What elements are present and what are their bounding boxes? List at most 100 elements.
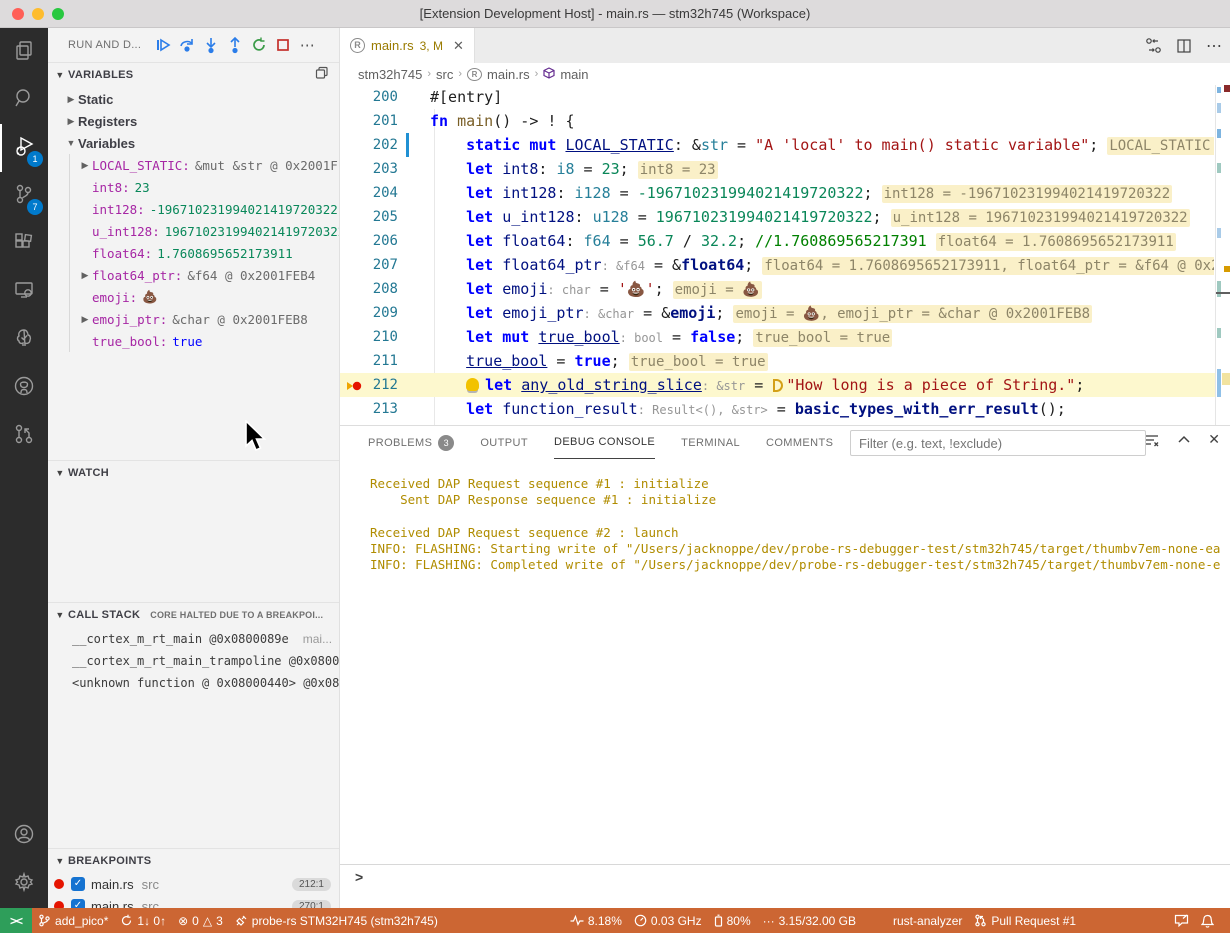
close-panel-icon[interactable]: ✕ <box>1208 431 1220 448</box>
variable-row-emoji_ptr[interactable]: ▶emoji_ptr:&char @ 0x2001FEB8 <box>70 308 339 330</box>
step-over-button[interactable] <box>175 33 199 57</box>
sidebar-item-testing[interactable] <box>0 316 48 364</box>
memory-item[interactable]: ··· 3.15/32.00 GB <box>757 908 862 933</box>
sidebar-item-search[interactable] <box>0 76 48 124</box>
cpu-usage-item[interactable]: 8.18% <box>564 908 628 933</box>
line-number[interactable]: 202 <box>340 133 398 157</box>
variable-row-u_int128[interactable]: u_int128:196710231994021419720322 <box>70 220 339 242</box>
filter-input[interactable] <box>851 431 1145 455</box>
step-out-button[interactable] <box>223 33 247 57</box>
code-line-208[interactable]: 208 let emoji: char = '💩'; emoji = 💩 <box>340 277 1230 301</box>
feedback-item[interactable] <box>1168 908 1195 933</box>
code-line-203[interactable]: 203 let int8: i8 = 23; int8 = 23 <box>340 157 1230 181</box>
code-line-204[interactable]: 204 let int128: i128 = -1967102319940214… <box>340 181 1230 205</box>
code-line-207[interactable]: 207 let float64_ptr: &f64 = &float64; fl… <box>340 253 1230 277</box>
lightbulb-icon[interactable] <box>466 378 479 391</box>
close-icon[interactable]: ✕ <box>453 38 464 54</box>
line-number[interactable]: 201 <box>340 109 398 133</box>
tab-terminal[interactable]: TERMINAL <box>681 426 740 459</box>
breakpoint-row[interactable]: ✓main.rssrc212:1 <box>48 873 339 895</box>
battery-item[interactable]: 80% <box>708 908 757 933</box>
breakpoint-checkbox[interactable]: ✓ <box>71 877 85 891</box>
line-number[interactable]: 208 <box>340 277 398 301</box>
code-line-205[interactable]: 205 let u_int128: u128 = 196710231994021… <box>340 205 1230 229</box>
variables-group-registers[interactable]: ▶Registers <box>48 110 339 132</box>
panes-icon[interactable] <box>315 66 329 83</box>
open-changes-icon[interactable] <box>1145 37 1162 54</box>
breakpoints-section-header[interactable]: ▼ BREAKPOINTS <box>48 848 339 872</box>
line-number[interactable]: 206 <box>340 229 398 253</box>
tab-main-rs[interactable]: R main.rs 3, M ✕ <box>340 28 475 63</box>
code-line-202[interactable]: 202 static mut LOCAL_STATIC: &str = "A '… <box>340 133 1230 157</box>
tab-comments[interactable]: COMMENTS <box>766 426 833 459</box>
pull-request-item[interactable]: Pull Request #1 <box>968 908 1082 933</box>
breakpoint-row[interactable]: ✓main.rssrc270:1 <box>48 895 339 908</box>
more-actions-icon[interactable]: ⋯ <box>1206 36 1222 56</box>
debug-target-item[interactable]: probe-rs STM32H745 (stm32h745) <box>229 908 444 933</box>
sidebar-item-source-control[interactable]: 7 <box>0 172 48 220</box>
problems-item[interactable]: ⊗ 0 △ 3 <box>172 908 229 933</box>
line-number[interactable]: 209 <box>340 301 398 325</box>
filter-icon[interactable] <box>1144 432 1160 448</box>
breadcrumb-symbol[interactable]: main <box>560 67 588 82</box>
line-number[interactable]: 211 <box>340 349 398 373</box>
debug-console-input-row[interactable]: > <box>340 864 1230 889</box>
line-number[interactable]: 205 <box>340 205 398 229</box>
sidebar-item-extensions[interactable] <box>0 220 48 268</box>
settings-button[interactable] <box>0 860 48 908</box>
code-line-211[interactable]: 211 true_bool = true; true_bool = true <box>340 349 1230 373</box>
maximize-panel-icon[interactable] <box>1177 433 1191 447</box>
variable-row-int8[interactable]: int8:23 <box>70 176 339 198</box>
sidebar-item-remote-explorer[interactable] <box>0 268 48 316</box>
git-sync-item[interactable]: 1↓ 0↑ <box>114 908 172 933</box>
line-number[interactable]: 207 <box>340 253 398 277</box>
code-line-201[interactable]: 201fn main() -> ! { <box>340 109 1230 133</box>
variables-group-static[interactable]: ▶Static <box>48 88 339 110</box>
call-stack-section-header[interactable]: ▼ CALL STACK CORE HALTED DUE TO A BREAKP… <box>48 602 339 626</box>
line-number[interactable]: 204 <box>340 181 398 205</box>
breakpoint-checkbox[interactable]: ✓ <box>71 899 85 908</box>
code-line-210[interactable]: 210 let mut true_bool: bool = false; tru… <box>340 325 1230 349</box>
code-line-206[interactable]: 206 let float64: f64 = 56.7 / 32.2; //1.… <box>340 229 1230 253</box>
code-line-200[interactable]: 200#[entry] <box>340 85 1230 109</box>
variables-group-variables[interactable]: ▼Variables <box>48 132 339 154</box>
line-number[interactable]: 200 <box>340 85 398 109</box>
call-stack-frame[interactable]: __cortex_m_rt_main @0x0800089emai... <box>48 628 339 650</box>
notifications-item[interactable] <box>1195 908 1220 933</box>
debug-console-output[interactable]: Received DAP Request sequence #1 : initi… <box>370 476 1220 573</box>
continue-button[interactable] <box>151 33 175 57</box>
call-stack-frame[interactable]: __cortex_m_rt_main_trampoline @0x0800081 <box>48 650 339 672</box>
code-editor[interactable]: 200#[entry]201fn main() -> ! {202 static… <box>340 85 1230 425</box>
remote-indicator[interactable]: >< <box>0 908 32 933</box>
variable-row-emoji[interactable]: emoji:💩 <box>70 286 339 308</box>
variable-row-int128[interactable]: int128:-196710231994021419720322 <box>70 198 339 220</box>
line-number[interactable]: 213 <box>340 397 398 421</box>
variable-row-float64_ptr[interactable]: ▶float64_ptr:&f64 @ 0x2001FEB4 <box>70 264 339 286</box>
split-editor-icon[interactable] <box>1176 38 1192 54</box>
stop-button[interactable] <box>271 33 295 57</box>
git-branch-item[interactable]: add_pico* <box>32 908 114 933</box>
tab-debug-console[interactable]: DEBUG CONSOLE <box>554 426 655 459</box>
line-number[interactable]: 203 <box>340 157 398 181</box>
more-actions-button[interactable]: ⋯ <box>295 33 319 57</box>
sidebar-item-pull-requests[interactable] <box>0 412 48 460</box>
sidebar-item-github[interactable] <box>0 364 48 412</box>
step-into-button[interactable] <box>199 33 223 57</box>
watch-section-header[interactable]: ▼ WATCH <box>48 460 339 484</box>
cpu-frequency-item[interactable]: 0.03 GHz <box>628 908 708 933</box>
breadcrumb-workspace[interactable]: stm32h745 <box>358 67 422 82</box>
code-line-212[interactable]: 212 let any_old_string_slice: &str = "Ho… <box>340 373 1230 397</box>
variable-row-LOCAL_STATIC[interactable]: ▶LOCAL_STATIC:&mut &str @ 0x2001FE78 <box>70 154 339 176</box>
restart-button[interactable] <box>247 33 271 57</box>
rust-analyzer-item[interactable]: rust-analyzer <box>887 908 968 933</box>
sidebar-item-run-and-debug[interactable]: 1 <box>0 124 48 172</box>
accounts-button[interactable] <box>0 812 48 860</box>
line-number[interactable]: 210 <box>340 325 398 349</box>
call-stack-frame[interactable]: <unknown function @ 0x08000440> @0x08000 <box>48 672 339 694</box>
tab-problems[interactable]: PROBLEMS3 <box>368 426 454 459</box>
breadcrumb-file[interactable]: main.rs <box>487 67 530 82</box>
overview-ruler[interactable] <box>1215 85 1230 425</box>
variable-row-true_bool[interactable]: true_bool:true <box>70 330 339 352</box>
code-line-213[interactable]: 213 let function_result: Result<(), &str… <box>340 397 1230 421</box>
code-line-209[interactable]: 209 let emoji_ptr: &char = &emoji; emoji… <box>340 301 1230 325</box>
